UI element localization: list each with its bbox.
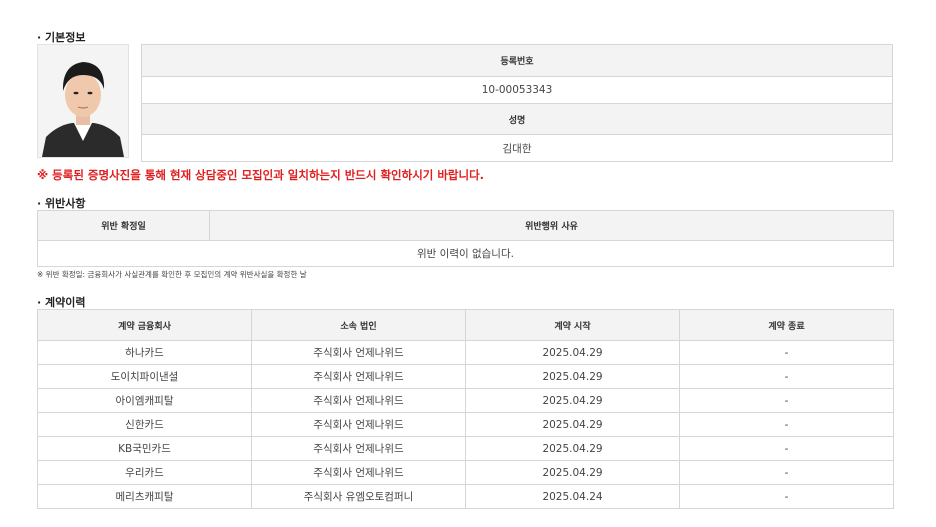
violation-date-note: ※ 위반 확정일: 금융회사가 사실관계를 확인한 후 모집인의 계약 위반사실… [37, 270, 307, 279]
table-row: 도이치파이낸셜 주식회사 언제나위드 2025.04.29 - [37, 364, 894, 389]
basic-info-title: · 기본정보 [37, 31, 86, 44]
contract-start-header: 계약 시작 [465, 309, 680, 341]
affiliated-corporation: 주식회사 유엠오토컴퍼니 [251, 484, 466, 509]
affiliated-corporation: 주식회사 언제나위드 [251, 364, 466, 389]
affiliated-corporation: 주식회사 언제나위드 [251, 412, 466, 437]
violation-date-header: 위반 확정일 [37, 210, 210, 241]
table-row: 신한카드 주식회사 언제나위드 2025.04.29 - [37, 412, 894, 437]
violation-title: · 위반사항 [37, 197, 86, 210]
affiliated-corporation: 주식회사 언제나위드 [251, 436, 466, 461]
person-photo-icon [38, 45, 128, 157]
contract-start: 2025.04.29 [465, 364, 680, 389]
table-row: KB국민카드 주식회사 언제나위드 2025.04.29 - [37, 436, 894, 461]
name-value: 김대한 [141, 134, 893, 162]
contract-end: - [679, 436, 894, 461]
registration-number-value: 10-00053343 [141, 76, 893, 104]
contract-history-table: 계약 금융회사 소속 법인 계약 시작 계약 종료 하나카드 주식회사 언제나위… [37, 309, 894, 509]
contract-end-header: 계약 종료 [679, 309, 894, 341]
affiliated-corporation-header: 소속 법인 [251, 309, 466, 341]
contract-company: 아이엠캐피탈 [37, 388, 252, 413]
contract-company: 메리츠캐피탈 [37, 484, 252, 509]
contract-company: 하나카드 [37, 340, 252, 365]
contract-company: 신한카드 [37, 412, 252, 437]
violation-table: 위반 확정일 위반행위 사유 위반 이력이 없습니다. [37, 210, 894, 267]
contract-end: - [679, 364, 894, 389]
contract-end: - [679, 412, 894, 437]
table-row: 메리츠캐피탈 주식회사 유엠오토컴퍼니 2025.04.24 - [37, 484, 894, 509]
contract-end: - [679, 340, 894, 365]
contract-start: 2025.04.29 [465, 388, 680, 413]
basic-info-table: 등록번호 10-00053343 성명 김대한 [141, 44, 893, 162]
table-row: 우리카드 주식회사 언제나위드 2025.04.29 - [37, 460, 894, 485]
affiliated-corporation: 주식회사 언제나위드 [251, 460, 466, 485]
contract-company: 도이치파이낸셜 [37, 364, 252, 389]
contract-end: - [679, 388, 894, 413]
contract-start: 2025.04.29 [465, 436, 680, 461]
violation-empty-message: 위반 이력이 없습니다. [37, 240, 894, 267]
contract-company: 우리카드 [37, 460, 252, 485]
name-label: 성명 [141, 103, 893, 135]
contract-history-title: · 계약이력 [37, 296, 86, 309]
contract-start: 2025.04.29 [465, 412, 680, 437]
contract-end: - [679, 484, 894, 509]
contract-start: 2025.04.24 [465, 484, 680, 509]
table-row: 아이엠캐피탈 주식회사 언제나위드 2025.04.29 - [37, 388, 894, 413]
contract-start: 2025.04.29 [465, 460, 680, 485]
registration-number-label: 등록번호 [141, 44, 893, 77]
affiliated-corporation: 주식회사 언제나위드 [251, 340, 466, 365]
table-row: 하나카드 주식회사 언제나위드 2025.04.29 - [37, 340, 894, 365]
contract-end: - [679, 460, 894, 485]
contract-company-header: 계약 금융회사 [37, 309, 252, 341]
affiliated-corporation: 주식회사 언제나위드 [251, 388, 466, 413]
contract-start: 2025.04.29 [465, 340, 680, 365]
contract-company: KB국민카드 [37, 436, 252, 461]
profile-photo [37, 44, 129, 158]
photo-verification-warning: ※ 등록된 증명사진을 통해 현재 상담중인 모집인과 일치하는지 반드시 확인… [37, 168, 485, 182]
violation-reason-header: 위반행위 사유 [209, 210, 894, 241]
